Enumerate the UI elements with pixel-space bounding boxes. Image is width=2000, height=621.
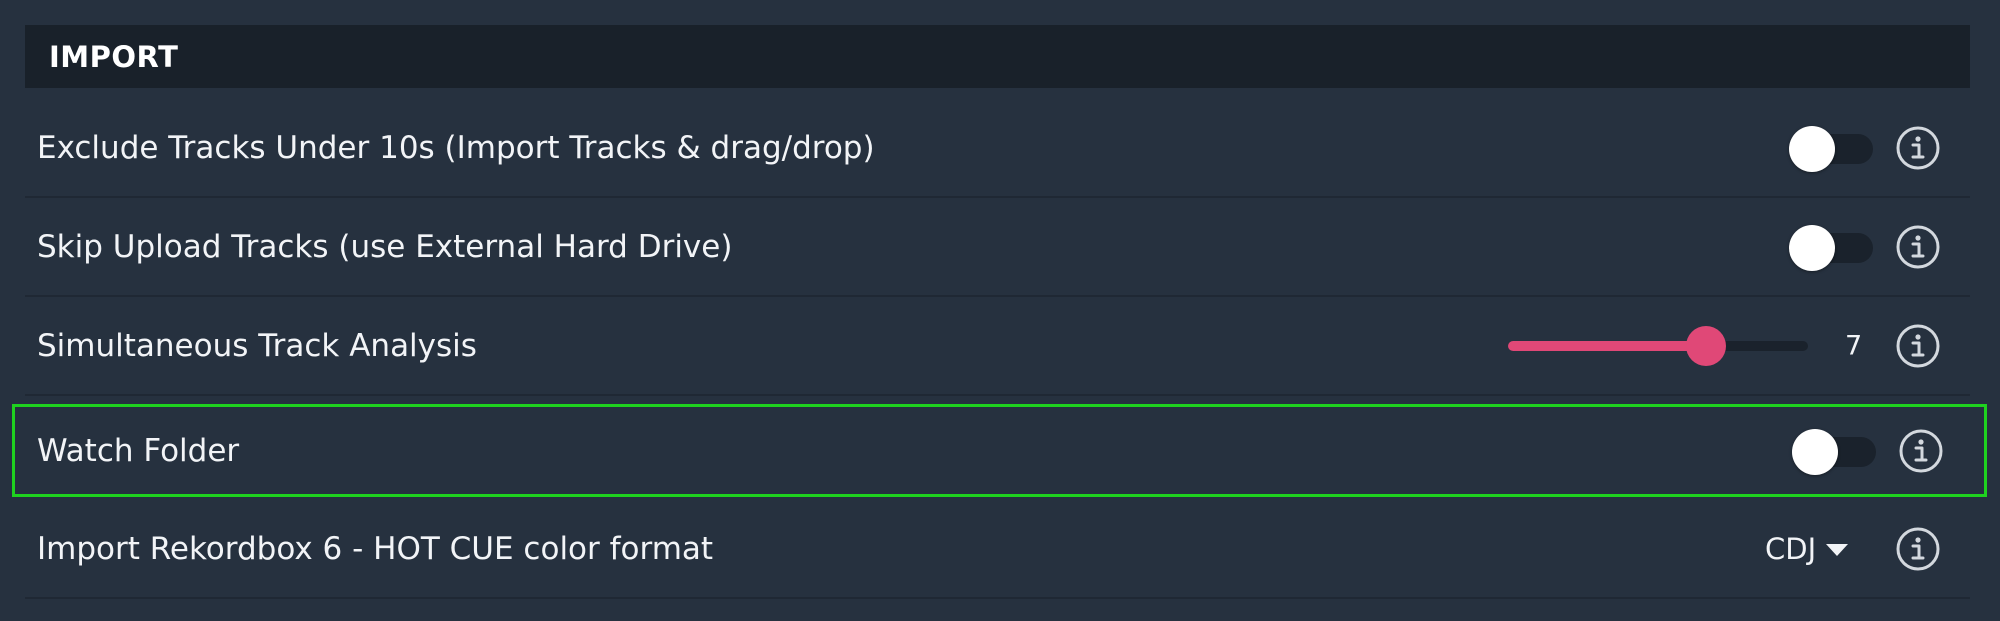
setting-label: Simultaneous Track Analysis bbox=[37, 327, 477, 364]
setting-row-skip-upload-tracks: Skip Upload Tracks (use External Hard Dr… bbox=[25, 198, 1970, 297]
hot-cue-format-dropdown[interactable]: CDJ bbox=[1765, 527, 1849, 571]
slider-thumb[interactable] bbox=[1686, 325, 1726, 366]
skip-upload-tracks-toggle[interactable] bbox=[1765, 224, 1875, 271]
info-icon[interactable] bbox=[1895, 526, 1941, 572]
toggle-knob bbox=[1789, 125, 1835, 172]
setting-label: Watch Folder bbox=[37, 432, 240, 469]
section-header: IMPORT bbox=[25, 25, 1970, 88]
setting-label: Skip Upload Tracks (use External Hard Dr… bbox=[37, 228, 733, 265]
settings-panel: IMPORT Exclude Tracks Under 10s (Import … bbox=[0, 0, 2000, 621]
exclude-short-tracks-toggle[interactable] bbox=[1765, 125, 1875, 172]
setting-row-hot-cue-format: Import Rekordbox 6 - HOT CUE color forma… bbox=[25, 500, 1970, 599]
slider-value: 7 bbox=[1845, 330, 1863, 361]
section-title: IMPORT bbox=[49, 39, 179, 74]
setting-label: Exclude Tracks Under 10s (Import Tracks … bbox=[37, 129, 875, 166]
caret-down-icon bbox=[1826, 543, 1849, 556]
setting-row-exclude-short-tracks: Exclude Tracks Under 10s (Import Tracks … bbox=[25, 99, 1970, 198]
setting-row-watch-folder: Watch Folder bbox=[12, 404, 1987, 497]
toggle-knob bbox=[1792, 428, 1838, 475]
info-icon[interactable] bbox=[1895, 323, 1941, 369]
info-icon[interactable] bbox=[1895, 125, 1941, 171]
slider-fill bbox=[1508, 340, 1706, 351]
info-icon[interactable] bbox=[1898, 428, 1944, 474]
dropdown-value: CDJ bbox=[1765, 531, 1817, 566]
toggle-knob bbox=[1789, 224, 1835, 271]
info-icon[interactable] bbox=[1895, 224, 1941, 270]
setting-label: Import Rekordbox 6 - HOT CUE color forma… bbox=[37, 530, 714, 567]
simultaneous-analysis-slider[interactable] bbox=[1508, 324, 1828, 368]
watch-folder-toggle[interactable] bbox=[1768, 428, 1878, 475]
setting-row-simultaneous-analysis: Simultaneous Track Analysis 7 bbox=[25, 297, 1970, 396]
